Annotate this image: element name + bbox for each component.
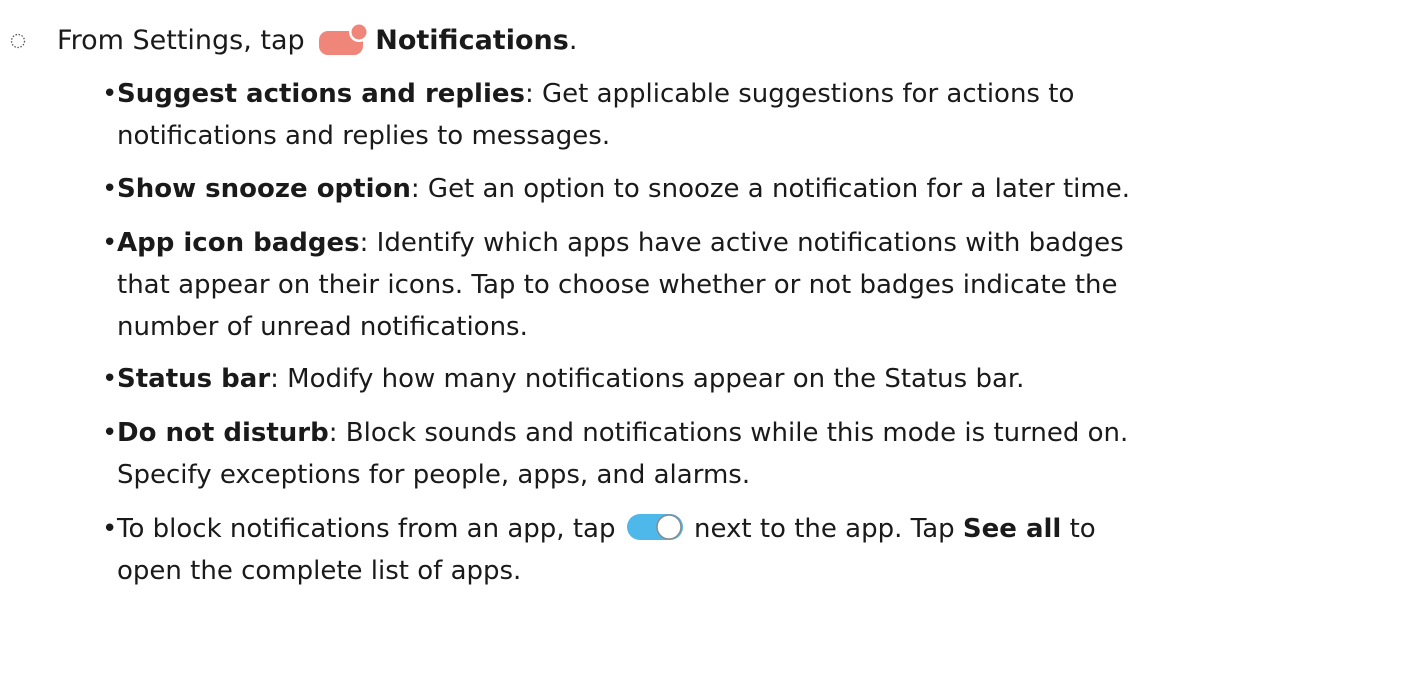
item-line: Do not disturb: Block sounds and notific…: [117, 412, 1407, 454]
item-text: : Modify how many notifications appear o…: [270, 364, 1025, 394]
step-text: From Settings, tap Notifications.: [57, 14, 577, 68]
list-item-block-notifications: • To block notifications from an app, ta…: [102, 508, 1407, 592]
item-line: notifications and replies to messages.: [117, 121, 611, 151]
bullet: •: [102, 79, 118, 109]
item-term: Suggest actions and replies: [117, 79, 525, 109]
item-term: Status bar: [117, 364, 271, 394]
item-line: Show snooze option: Get an option to sno…: [117, 168, 1407, 210]
list-item-suggest-actions: • Suggest actions and replies: Get appli…: [102, 73, 1407, 157]
item-text: next to the app. Tap: [694, 514, 955, 544]
dotted-circle-icon: [10, 33, 26, 49]
item-line: open the complete list of apps.: [117, 556, 522, 586]
list-item-snooze-option: • Show snooze option: Get an option to s…: [102, 168, 1407, 210]
step-prefix: From Settings, tap: [57, 25, 305, 56]
bullet: •: [102, 174, 118, 204]
item-line: that appear on their icons. Tap to choos…: [117, 270, 1118, 300]
item-line: To block notifications from an app, tap …: [117, 508, 1407, 550]
step-instruction: From Settings, tap Notifications.: [0, 14, 1412, 68]
item-line: App icon badges: Identify which apps hav…: [117, 222, 1407, 264]
see-all-link[interactable]: See all: [963, 514, 1061, 544]
item-term: App icon badges: [117, 228, 360, 258]
item-line: Specify exceptions for people, apps, and…: [117, 460, 751, 490]
toggle-switch-icon[interactable]: [624, 511, 686, 543]
item-line: number of unread notifications.: [117, 312, 528, 342]
bullet: •: [102, 364, 118, 394]
item-term: Show snooze option: [117, 174, 411, 204]
item-text: To block notifications from an app, tap: [117, 514, 616, 544]
bullet: •: [102, 514, 118, 544]
item-term: Do not disturb: [117, 418, 329, 448]
step-suffix: .: [568, 25, 578, 56]
bullet: •: [102, 418, 118, 448]
notifications-icon: [319, 21, 370, 55]
item-line: Status bar: Modify how many notification…: [117, 358, 1407, 400]
item-text: : Identify which apps have active notifi…: [359, 228, 1124, 258]
list-item-status-bar: • Status bar: Modify how many notificati…: [102, 358, 1407, 400]
notifications-link[interactable]: Notifications: [375, 25, 569, 56]
item-text: : Get applicable suggestions for actions…: [524, 79, 1075, 109]
list-item-do-not-disturb: • Do not disturb: Block sounds and notif…: [102, 412, 1407, 496]
bullet: •: [102, 228, 118, 258]
item-text: to: [1069, 514, 1096, 544]
item-text: : Get an option to snooze a notification…: [410, 174, 1130, 204]
item-text: : Block sounds and notifications while t…: [328, 418, 1129, 448]
item-line: Suggest actions and replies: Get applica…: [117, 73, 1407, 115]
list-item-app-icon-badges: • App icon badges: Identify which apps h…: [102, 222, 1407, 348]
